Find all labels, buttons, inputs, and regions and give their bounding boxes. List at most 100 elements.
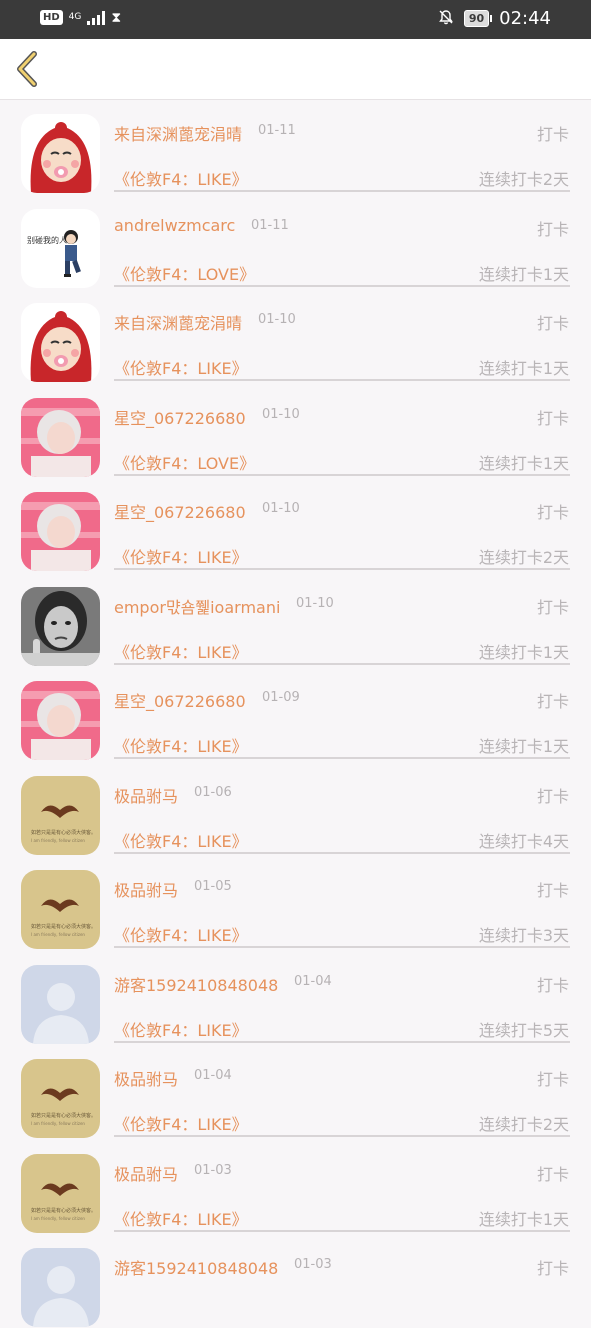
avatar[interactable]	[21, 681, 100, 760]
book-title-link[interactable]: 《伦敦F4：LIKE》	[114, 1206, 248, 1230]
username[interactable]: 来自深渊蓖宠涓晴	[114, 121, 242, 145]
avatar[interactable]: 如若只是是有心必须大侠客。 I am friendly, fellow citiz…	[21, 1059, 100, 1138]
book-title-link[interactable]: 《伦敦F4：LIKE》	[114, 355, 248, 379]
top-nav-bar	[0, 39, 591, 100]
streak-count: 连续打卡3天	[478, 926, 569, 945]
username[interactable]: 星空_067226680	[114, 688, 246, 712]
username[interactable]: 极品驸马	[114, 877, 178, 901]
svg-text:如若只是是有心必须大侠客。: 如若只是是有心必须大侠客。	[31, 829, 96, 836]
username[interactable]: 来自深渊蓖宠涓晴	[114, 310, 242, 334]
avatar[interactable]	[21, 303, 100, 382]
row-divider	[114, 1135, 570, 1137]
book-title-link[interactable]: 《伦敦F4：LOVE》	[114, 450, 255, 474]
checkin-date: 01-11	[251, 217, 289, 233]
streak-count: 连续打卡1天	[478, 1209, 569, 1229]
back-button[interactable]	[12, 49, 44, 89]
avatar[interactable]: 如若只是是有心必须大侠客。 I am friendly, fellow citiz…	[21, 1153, 100, 1233]
svg-text:如若只是是有心必须大侠客。: 如若只是是有心必须大侠客。	[31, 923, 96, 930]
checkin-row[interactable]: 如若只是是有心必须大侠客。 I am friendly, fellow citiz…	[0, 1140, 591, 1234]
row-divider	[114, 473, 570, 476]
checkin-row[interactable]: 如若只是是有心必须大侠客。 I am friendly, fellow citiz…	[0, 762, 591, 856]
book-title-link[interactable]: 《伦敦F4：LIKE》	[114, 639, 248, 663]
username[interactable]: empor먃숌쮍ioarmani	[114, 594, 280, 618]
avatar[interactable]	[21, 1248, 100, 1327]
avatar[interactable]	[21, 114, 100, 193]
checkin-label: 打卡	[536, 692, 569, 711]
book-title-link[interactable]: 《伦敦F4：LIKE》	[114, 828, 248, 852]
checkin-label: 打卡	[536, 597, 569, 617]
avatar[interactable]	[21, 586, 100, 666]
checkin-row[interactable]: 星空_067226680 01-09 打卡《伦敦F4：LIKE》 连续打卡1天	[0, 667, 591, 761]
chevron-left-icon	[17, 51, 37, 87]
checkin-label: 打卡	[536, 408, 569, 428]
username[interactable]: andrelwzmcarc	[114, 216, 235, 235]
checkin-date: 01-10	[296, 595, 334, 611]
book-title-link[interactable]: 《伦敦F4：LIKE》	[114, 544, 248, 568]
checkin-row[interactable]: 别碰我的人 andrelwzmcarc 01-11 打卡 《伦敦F4：LOVE》 连续打卡…	[0, 195, 591, 289]
row-divider	[114, 568, 570, 570]
avatar[interactable]: 如若只是是有心必须大侠客。 I am friendly, fellow citiz…	[21, 775, 100, 855]
streak-count: 连续打卡1天	[478, 359, 569, 378]
checkin-row[interactable]: 游客1592410848048 01-04 打卡 《伦敦F4：LIKE》 连续打卡5天	[0, 951, 591, 1045]
book-title-link[interactable]: 《伦敦F4：LIKE》	[114, 166, 248, 190]
avatar[interactable]: 如若只是是有心必须大侠客。 I am friendly, fellow citiz…	[21, 870, 100, 949]
avatar[interactable]	[21, 397, 100, 477]
checkin-label: 打卡	[536, 881, 569, 900]
book-title-link[interactable]: 《伦敦F4：LOVE》	[114, 261, 255, 285]
row-divider	[114, 851, 570, 854]
svg-text:I am friendly, fellow citizen: I am friendly, fellow citizen	[31, 1121, 85, 1126]
checkin-label: 打卡	[536, 125, 569, 144]
checkin-date: 01-04	[194, 1068, 232, 1083]
username[interactable]: 星空_067226680	[114, 405, 246, 429]
checkin-date: 01-05	[194, 879, 232, 894]
svg-text:I am friendly, fellow citizen: I am friendly, fellow citizen	[31, 1216, 85, 1221]
checkin-date: 01-04	[294, 973, 332, 989]
avatar[interactable]: 别碰我的人	[21, 208, 100, 288]
checkin-label: 打卡	[536, 1259, 569, 1278]
checkin-row[interactable]: empor먃숌쮍ioarmani 01-10 打卡 《伦敦F4：LIKE》 连续打卡1天	[0, 573, 591, 667]
checkin-row[interactable]: 来自深渊蓖宠涓晴 01-11 打卡《伦敦F4：LIKE》 连续打卡2天	[0, 100, 591, 194]
checkin-label: 打卡	[536, 786, 569, 806]
checkin-date: 01-03	[194, 1162, 232, 1178]
username[interactable]: 游客1592410848048	[114, 1255, 278, 1279]
username[interactable]: 游客1592410848048	[114, 972, 278, 996]
row-divider	[114, 190, 570, 192]
checkin-row[interactable]: 如若只是是有心必须大侠客。 I am friendly, fellow citiz…	[0, 1045, 591, 1139]
avatar[interactable]	[21, 492, 100, 571]
row-divider	[114, 1229, 570, 1232]
streak-count: 连续打卡2天	[478, 170, 569, 189]
streak-count: 连续打卡1天	[478, 264, 569, 284]
streak-count: 连续打卡1天	[478, 737, 569, 756]
signal-icon	[87, 10, 106, 25]
book-title-link[interactable]: 《伦敦F4：LIKE》	[114, 1111, 248, 1135]
book-title-link[interactable]: 《伦敦F4：LIKE》	[114, 922, 248, 946]
checkin-row[interactable]: 来自深渊蓖宠涓晴 01-10 打卡 《伦敦F4：LIKE》 连续打卡1天	[0, 289, 591, 383]
checkin-row[interactable]: 星空_067226680 01-10 打卡 《伦敦F4：LOVE》 连续打卡1天	[0, 384, 591, 478]
streak-count: 连续打卡4天	[478, 831, 569, 851]
status-left-icons: HD 4G ⧗	[40, 10, 121, 25]
username[interactable]: 极品驸马	[114, 783, 178, 807]
streak-count: 连续打卡5天	[478, 1020, 569, 1040]
row-divider	[114, 379, 570, 381]
book-title-link[interactable]: 《伦敦F4：LIKE》	[114, 733, 248, 757]
status-bar: HD 4G ⧗ 90 02:44	[0, 0, 591, 39]
checkin-label: 打卡	[536, 503, 569, 522]
checkin-date: 01-11	[258, 123, 296, 138]
checkin-label: 打卡	[536, 1070, 569, 1089]
checkin-row[interactable]: 星空_067226680 01-10 打卡 《伦敦F4：LIKE》 连续打卡2天	[0, 478, 591, 572]
checkin-date: 01-10	[262, 501, 300, 516]
checkin-row[interactable]: 如若只是是有心必须大侠客。 I am friendly, fellow citiz…	[0, 856, 591, 950]
book-title-link[interactable]: 《伦敦F4：LIKE》	[114, 1017, 248, 1041]
row-divider	[114, 284, 570, 287]
username[interactable]: 星空_067226680	[114, 499, 246, 523]
avatar[interactable]	[21, 964, 100, 1044]
checkin-row[interactable]: 游客1592410848048 01-03 打卡	[0, 1234, 591, 1328]
svg-text:如若只是是有心必须大侠客。: 如若只是是有心必须大侠客。	[31, 1112, 96, 1119]
battery-icon: 90	[463, 10, 493, 27]
username[interactable]: 极品驸马	[114, 1161, 178, 1185]
username[interactable]: 极品驸马	[114, 1066, 178, 1090]
checkin-label: 打卡	[536, 314, 569, 333]
bell-off-icon	[438, 9, 454, 29]
checkin-date: 01-09	[262, 690, 300, 705]
clock-time: 02:44	[499, 8, 551, 29]
